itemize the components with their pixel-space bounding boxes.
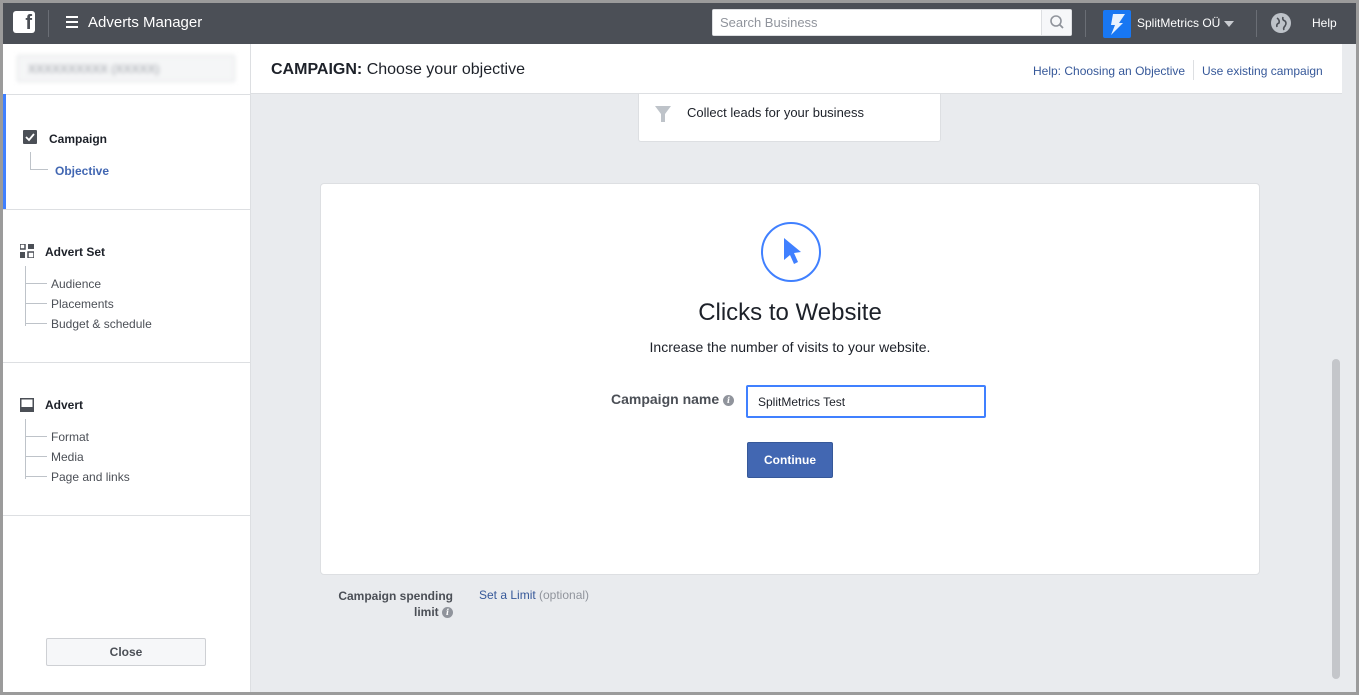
objective-description: Increase the number of visits to your we…: [649, 339, 931, 355]
account-selector[interactable]: XXXXXXXXXX (XXXXX): [17, 55, 235, 82]
sidebar-item-media[interactable]: Media: [51, 450, 84, 464]
help-choosing-objective-link[interactable]: Help: Choosing an Objective: [1033, 64, 1185, 78]
tree-line: [25, 456, 47, 457]
page-header: CAMPAIGN: Choose your objective Help: Ch…: [251, 44, 1342, 94]
sidebar-item-objective[interactable]: Objective: [55, 164, 109, 178]
top-bar: f Adverts Manager SplitMetrics OÜ: [3, 3, 1356, 44]
scrollbar-thumb[interactable]: [1332, 359, 1340, 679]
search-button[interactable]: [1041, 10, 1071, 35]
active-indicator: [3, 94, 6, 209]
campaign-name-label: Campaign name i: [611, 391, 735, 407]
sidebar: XXXXXXXXXX (XXXXX) Campaign Objective Ad…: [3, 44, 251, 692]
facebook-logo-icon[interactable]: f: [13, 11, 35, 33]
sidebar-item-format[interactable]: Format: [51, 430, 89, 444]
help-link[interactable]: Help: [1312, 16, 1337, 30]
funnel-icon: [655, 106, 671, 122]
divider: [3, 209, 251, 210]
info-icon[interactable]: i: [442, 607, 453, 619]
menu-icon[interactable]: [66, 16, 78, 28]
sidebar-section-advert[interactable]: Advert: [45, 398, 83, 412]
objective-option-lead-generation[interactable]: Collect leads for your business: [638, 94, 941, 142]
spending-limit-label-line1: Campaign spending: [338, 589, 453, 603]
divider: [1085, 10, 1086, 37]
search-box: [712, 9, 1072, 36]
optional-note: (optional): [539, 588, 590, 602]
set-limit-link[interactable]: Set a Limit: [479, 588, 536, 602]
campaign-name-input[interactable]: [746, 385, 986, 418]
use-existing-campaign-link[interactable]: Use existing campaign: [1202, 64, 1323, 78]
tree-line: [25, 266, 26, 326]
search-input[interactable]: [713, 10, 1040, 35]
tree-line: [25, 323, 47, 324]
campaign-name-label-text: Campaign name: [611, 391, 720, 407]
info-icon[interactable]: i: [723, 394, 735, 406]
sidebar-item-audience[interactable]: Audience: [51, 277, 101, 291]
divider: [3, 515, 251, 516]
divider: [1193, 60, 1194, 80]
tree-line: [30, 152, 31, 169]
continue-button[interactable]: Continue: [747, 442, 833, 478]
divider: [3, 362, 251, 363]
divider: [1256, 10, 1257, 37]
tree-line: [25, 283, 47, 284]
chevron-down-icon[interactable]: [1224, 21, 1234, 27]
app-title[interactable]: Adverts Manager: [88, 14, 202, 31]
sidebar-item-placements[interactable]: Placements: [51, 297, 114, 311]
account-name[interactable]: SplitMetrics OÜ: [1137, 16, 1220, 30]
tree-line: [25, 303, 47, 304]
objective-option-label: Collect leads for your business: [687, 105, 865, 120]
objective-detail-card: Clicks to Website Increase the number of…: [320, 183, 1260, 575]
page-title: CAMPAIGN: Choose your objective: [271, 61, 525, 79]
tree-line: [30, 169, 48, 170]
checkbox-icon: [23, 130, 37, 144]
grid-icon: [20, 244, 34, 258]
cursor-icon: [761, 222, 821, 282]
objective-title: Clicks to Website: [698, 299, 882, 326]
spending-limit-label: Campaign spending limit i: [333, 588, 453, 620]
sidebar-item-budget-schedule[interactable]: Budget & schedule: [51, 317, 152, 331]
sidebar-section-campaign[interactable]: Campaign: [49, 132, 107, 146]
app-window: f Adverts Manager SplitMetrics OÜ: [3, 3, 1356, 692]
globe-icon[interactable]: [1271, 13, 1291, 33]
scrollbar-track[interactable]: [1342, 94, 1356, 692]
divider: [3, 94, 251, 95]
tree-line: [25, 476, 47, 477]
close-button[interactable]: Close: [46, 638, 206, 666]
advert-icon: [20, 398, 34, 412]
divider: [48, 10, 49, 37]
tree-line: [25, 419, 26, 479]
page-title-prefix: CAMPAIGN:: [271, 61, 363, 78]
tree-line: [25, 436, 47, 437]
sidebar-section-advert-set[interactable]: Advert Set: [45, 245, 105, 259]
search-icon: [1050, 15, 1064, 29]
page-title-text: Choose your objective: [362, 61, 526, 78]
sidebar-item-page-and-links[interactable]: Page and links: [51, 470, 130, 484]
spending-limit-label-line2: limit: [413, 605, 439, 619]
splitmetrics-logo-icon[interactable]: [1103, 10, 1131, 38]
